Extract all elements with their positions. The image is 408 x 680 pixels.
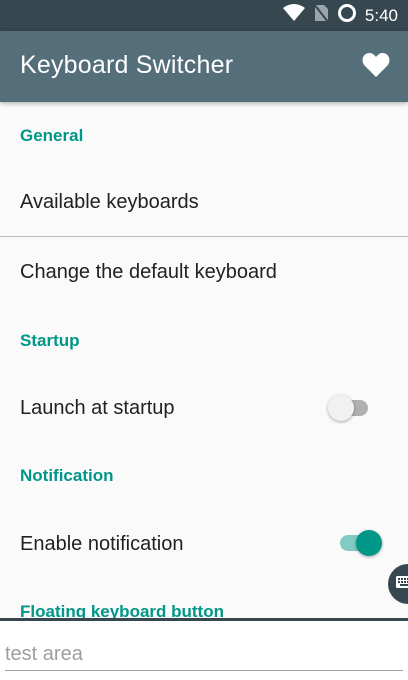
app-title: Keyboard Switcher [20,51,234,79]
app-bar: Keyboard Switcher [0,31,408,102]
favorite-button[interactable] [360,51,392,83]
test-area-container [0,618,408,680]
no-sim-icon [313,3,329,28]
enable-notification-switch[interactable] [336,529,384,557]
section-header-floating: Floating keyboard button [20,602,224,618]
circle-status-icon [337,3,357,28]
pref-launch-at-startup-label: Launch at startup [20,397,175,419]
status-icons: 5:40 [282,0,398,31]
status-time: 5:40 [364,5,398,25]
pref-enable-notification[interactable]: Enable notification [0,508,408,580]
switch-thumb [356,530,382,556]
keyboard-icon [396,575,408,593]
section-header-notification: Notification [20,466,114,485]
pref-launch-at-startup[interactable]: Launch at startup [0,372,408,444]
section-header-general: General [20,126,84,145]
pref-change-default-keyboard-label: Change the default keyboard [20,261,277,283]
test-area-input[interactable] [5,639,403,671]
pref-change-default-keyboard[interactable]: Change the default keyboard [0,237,408,307]
heart-icon [362,52,390,83]
preferences-list: General Available keyboards Change the d… [0,102,408,618]
status-bar: 5:40 [0,0,408,31]
pref-available-keyboards[interactable]: Available keyboards [0,170,408,236]
launch-at-startup-switch[interactable] [328,394,376,422]
pref-enable-notification-label: Enable notification [20,533,184,555]
switch-thumb [328,395,354,421]
section-header-startup: Startup [20,331,80,350]
pref-available-keyboards-label: Available keyboards [20,191,199,213]
wifi-icon [282,4,305,27]
